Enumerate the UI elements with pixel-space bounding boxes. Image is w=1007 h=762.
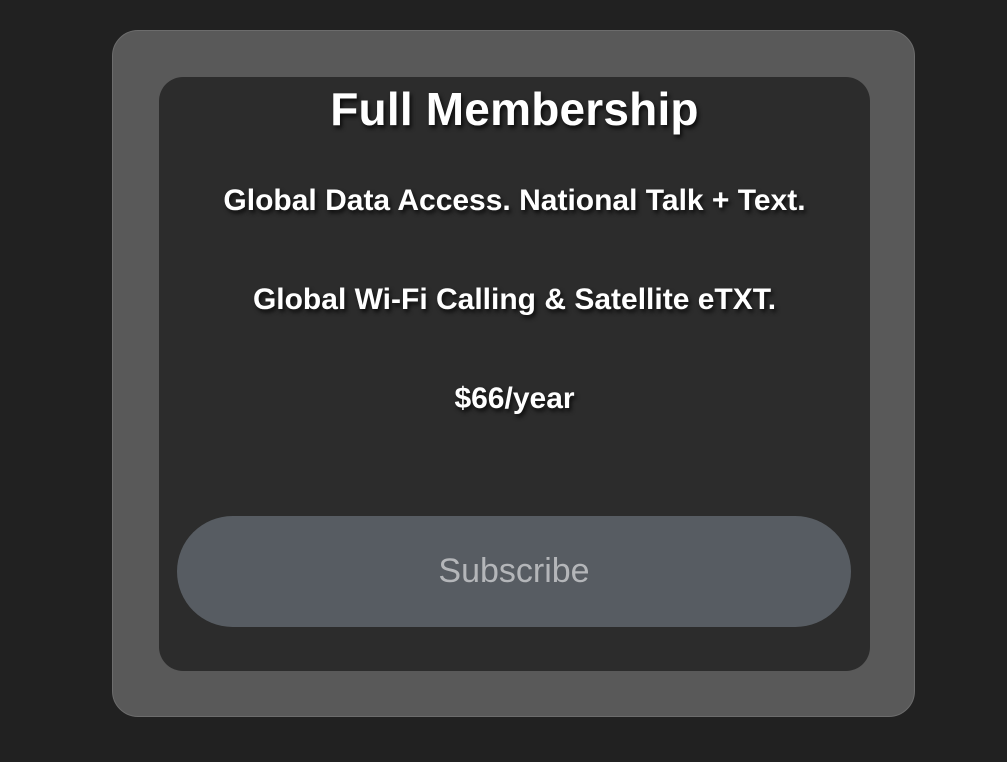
plan-feature-calling: Global Wi-Fi Calling & Satellite eTXT. — [252, 283, 777, 316]
plan-price: $66/year — [454, 382, 575, 415]
subscribe-button[interactable]: Subscribe — [177, 516, 851, 627]
membership-frame: Full Membership Global Data Access. Nati… — [112, 30, 915, 717]
membership-card: Full Membership Global Data Access. Nati… — [159, 77, 870, 671]
plan-title: Full Membership — [330, 83, 699, 135]
plan-feature-data: Global Data Access. National Talk + Text… — [223, 184, 806, 217]
